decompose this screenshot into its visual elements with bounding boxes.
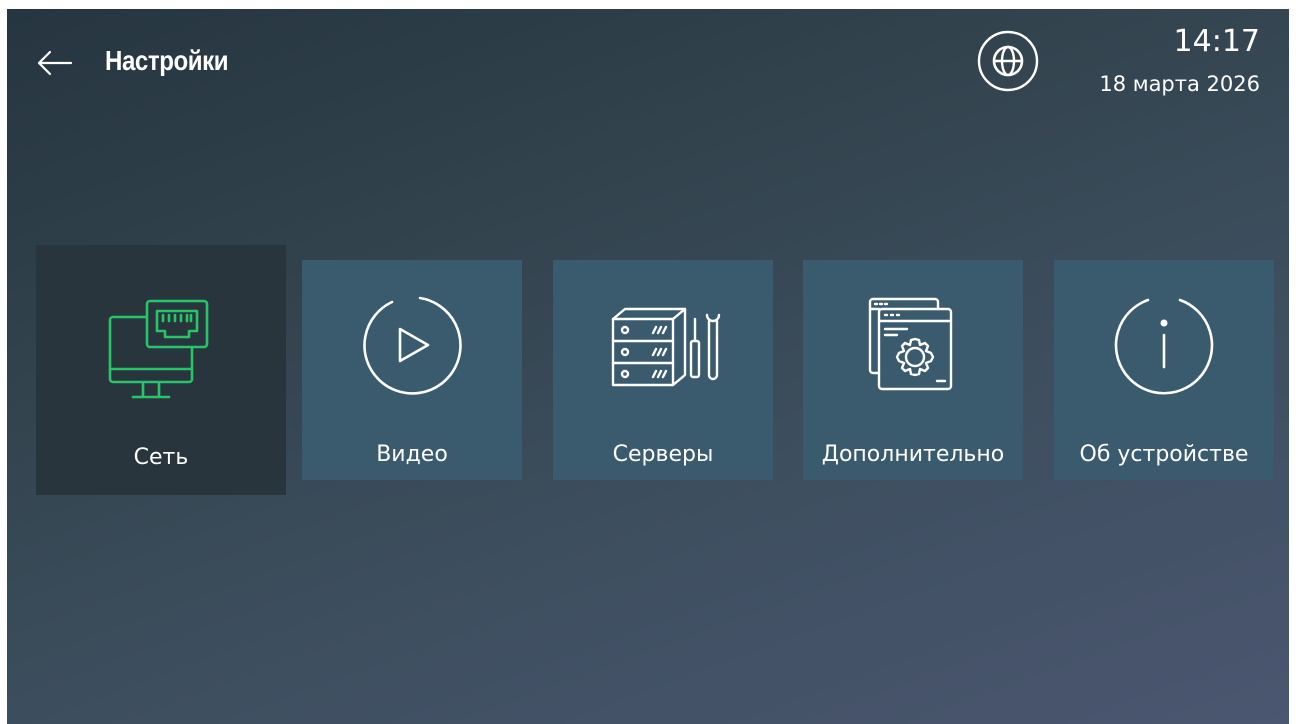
globe-icon [977, 30, 1039, 92]
menu-tile-label: Серверы [612, 442, 714, 467]
info-circle-icon [1114, 298, 1214, 395]
menu-tile-label: Видео [376, 442, 448, 467]
clock-time: 14:17 [1173, 24, 1260, 59]
play-circle-icon [363, 296, 462, 395]
language-button[interactable] [976, 29, 1040, 93]
menu-tile-advanced[interactable]: Дополнительно [803, 260, 1023, 480]
menu-tile-servers[interactable]: Серверы [553, 260, 773, 480]
menu-tile-label: Сеть [133, 445, 189, 470]
menu-tile-label: Об устройстве [1079, 442, 1249, 467]
server-tools-icon [611, 307, 721, 387]
settings-window-icon [868, 297, 953, 391]
network-monitor-icon [108, 299, 209, 399]
arrow-left-icon [37, 50, 73, 76]
menu-tile-label: Дополнительно [821, 442, 1005, 467]
menu-tile-video[interactable]: Видео [302, 260, 522, 480]
page-title: Настройки [105, 45, 229, 76]
menu-tile-network[interactable]: Сеть [36, 245, 286, 495]
menu-tile-about[interactable]: Об устройстве [1054, 260, 1274, 480]
back-button[interactable] [35, 45, 75, 81]
clock-date: 18 марта 2026 [1099, 72, 1260, 96]
settings-screen: Настройки 14:17 18 марта 2026 Сеть Видео… [7, 9, 1289, 724]
